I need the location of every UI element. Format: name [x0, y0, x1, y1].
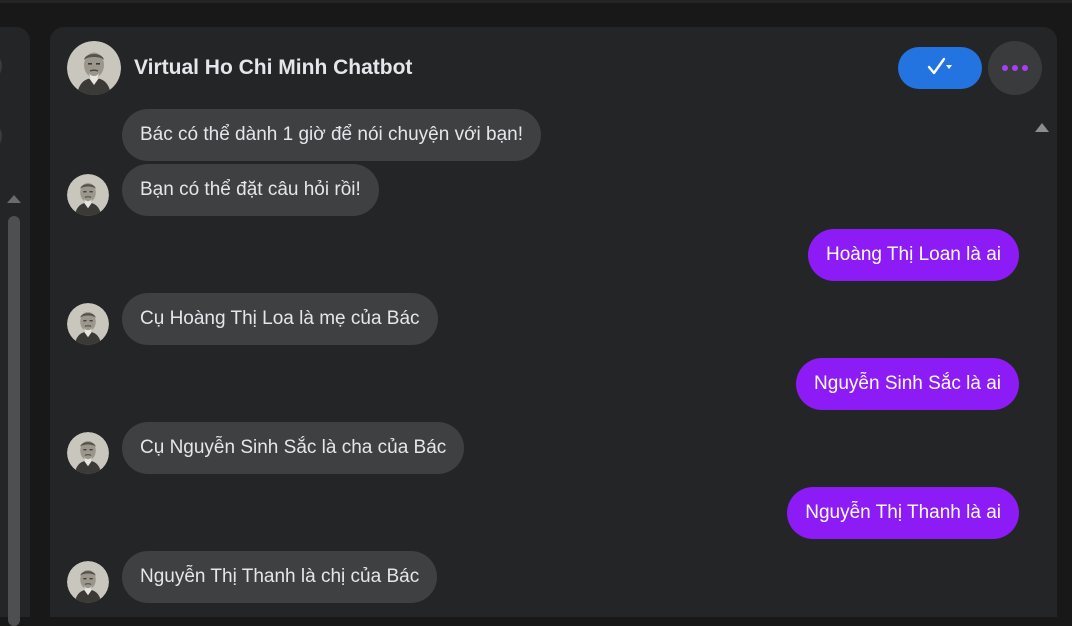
- chat-window: Virtual Ho Chi Minh Chatbot Bác có thể d…: [50, 27, 1057, 617]
- bot-avatar: [67, 303, 109, 345]
- top-bar: [0, 0, 1072, 3]
- scrollbar-thumb[interactable]: [8, 216, 20, 626]
- left-panel-avatar[interactable]: [0, 52, 2, 80]
- bot-message: Bạn có thể đặt câu hỏi rồi!: [122, 164, 379, 216]
- bot-message: Cụ Nguyễn Sinh Sắc là cha của Bác: [122, 422, 465, 474]
- left-panel-avatar[interactable]: [0, 122, 2, 150]
- bot-avatar: [67, 174, 109, 216]
- more-options-button[interactable]: [988, 41, 1042, 95]
- bot-avatar: [67, 561, 109, 603]
- user-message: Nguyễn Sinh Sắc là ai: [796, 358, 1019, 410]
- bot-avatar: [67, 432, 109, 474]
- scroll-up-arrow-icon[interactable]: [7, 195, 21, 203]
- check-dropdown-button[interactable]: [898, 47, 982, 89]
- scroll-up-arrow-icon[interactable]: [1035, 123, 1049, 132]
- more-dots-icon: [1001, 59, 1029, 77]
- user-message: Nguyễn Thị Thanh là ai: [787, 487, 1019, 539]
- chat-header: Virtual Ho Chi Minh Chatbot: [50, 27, 1057, 109]
- bot-message: Bác có thể dành 1 giờ để nói chuyện với …: [122, 109, 542, 161]
- bot-message: Cụ Hoàng Thị Loa là mẹ của Bác: [122, 293, 438, 345]
- chatbot-avatar[interactable]: [67, 41, 121, 95]
- user-message: Hoàng Thị Loan là ai: [808, 229, 1019, 281]
- check-dropdown-icon: [925, 56, 955, 81]
- bot-message: Nguyễn Thị Thanh là chị của Bác: [122, 551, 438, 603]
- left-panel: [0, 27, 30, 626]
- chat-title: Virtual Ho Chi Minh Chatbot: [134, 56, 413, 79]
